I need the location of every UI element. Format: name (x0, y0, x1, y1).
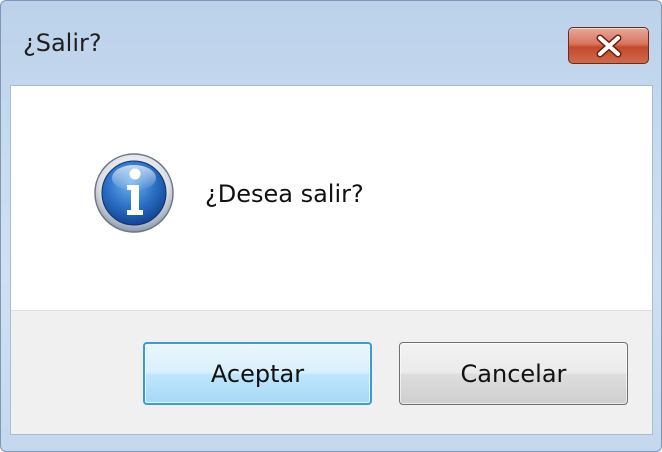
button-bar: Aceptar Cancelar (11, 310, 652, 434)
window-title: ¿Salir? (23, 29, 102, 57)
info-icon (94, 153, 174, 233)
close-icon (596, 34, 621, 57)
close-button[interactable] (568, 27, 649, 64)
dialog-client-area: ¿Desea salir? Aceptar Cancelar (10, 85, 653, 435)
cancel-button[interactable]: Cancelar (399, 342, 628, 405)
accept-button[interactable]: Aceptar (143, 342, 372, 405)
dialog-window: ¿Salir? ¿Desea salir? Aceptar Cancelar (0, 0, 662, 452)
message-area: ¿Desea salir? (11, 86, 652, 310)
message-text: ¿Desea salir? (205, 180, 364, 208)
